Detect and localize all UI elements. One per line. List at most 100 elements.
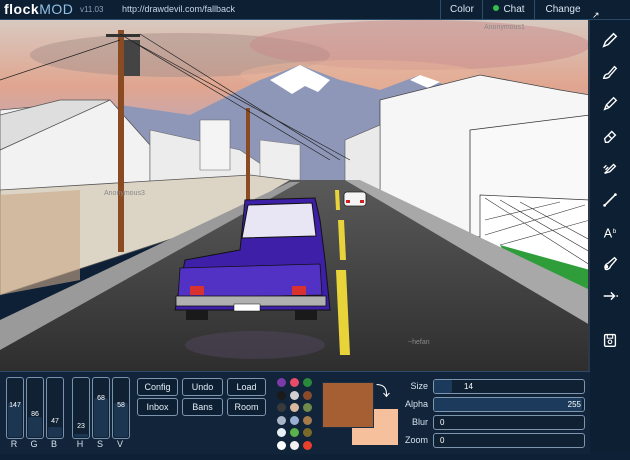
canvas-artwork (0, 20, 590, 371)
palette-swatch[interactable] (303, 378, 312, 387)
online-status-icon (493, 5, 500, 12)
palette-swatch[interactable] (290, 403, 299, 412)
palette-swatch[interactable] (290, 428, 299, 437)
brush-tool[interactable] (595, 58, 625, 86)
color-button-label: Color (450, 4, 474, 15)
size-slider[interactable]: 14 (433, 379, 585, 394)
primary-color[interactable] (322, 382, 374, 428)
undo-button[interactable]: Undo (182, 378, 223, 396)
left-tower (199, 119, 231, 171)
svg-text:b: b (613, 228, 617, 235)
line-tool[interactable] (595, 186, 625, 214)
save-icon (603, 333, 617, 347)
change-button[interactable]: Change (534, 0, 591, 19)
text-tool[interactable]: Ab (595, 218, 625, 246)
tail-light (190, 286, 204, 295)
palette-swatch[interactable] (290, 440, 299, 450)
palette-swatch[interactable] (290, 415, 299, 425)
palette-swatch[interactable] (303, 390, 312, 400)
size-value: 14 (464, 382, 473, 391)
palette-swatch[interactable] (277, 440, 286, 450)
truck-wheel (295, 310, 317, 320)
palette-swatch[interactable] (303, 440, 312, 450)
palette-swatch[interactable] (277, 428, 286, 437)
transformer (124, 40, 140, 76)
config-button[interactable]: Config (137, 378, 178, 396)
palette-swatch[interactable] (277, 415, 286, 425)
palette-swatch[interactable] (303, 428, 312, 437)
slider-fill (94, 398, 108, 437)
car-light (346, 200, 350, 203)
flockmod-app: flockMOD v11.03 http://drawdevil.com/fal… (0, 0, 630, 460)
blur-slider[interactable]: 0 (433, 415, 585, 430)
eraser-icon (603, 130, 617, 143)
hue-label: H (76, 439, 84, 449)
hue-value: 23 (77, 423, 85, 430)
load-button[interactable]: Load (227, 378, 266, 396)
chat-button[interactable]: Chat (482, 0, 535, 19)
drawing-canvas[interactable]: Anonymous1 Anonymous3 ~hefan (0, 20, 590, 371)
pencil-tool[interactable] (595, 90, 625, 118)
blur-value: 0 (440, 418, 445, 427)
bans-button[interactable]: Bans (182, 398, 223, 416)
user-cursor-label: Anonymous3 (104, 190, 145, 197)
svg-text:A: A (604, 226, 613, 240)
size-label: Size (410, 381, 428, 391)
palette-swatch[interactable] (277, 378, 286, 387)
user-cursor-label: Anonymous1 (484, 24, 525, 31)
alpha-fill (434, 398, 582, 411)
pen-icon (602, 32, 618, 48)
blur-label: Blur (411, 417, 428, 427)
fence-shade (0, 190, 80, 295)
truck-reflection (185, 331, 325, 359)
blue-label: B (50, 439, 57, 449)
swap-colors-icon[interactable]: ⤵ (376, 381, 390, 401)
smudge-icon (603, 163, 617, 175)
truck-window (241, 202, 317, 239)
saturation-value: 68 (97, 395, 105, 402)
size-fill (434, 380, 452, 393)
smudge-tool[interactable] (595, 154, 625, 182)
room-url[interactable]: http://drawdevil.com/fallback (122, 4, 235, 14)
pencil-icon (603, 96, 618, 111)
palette-swatch[interactable] (303, 403, 312, 412)
zoom-slider[interactable]: 0 (433, 433, 585, 448)
palette-swatch[interactable] (290, 390, 299, 400)
blue-slider[interactable]: 47 (46, 377, 64, 439)
inbox-button[interactable]: Inbox (137, 398, 178, 416)
green-value: 86 (31, 411, 39, 418)
power-pole (118, 30, 124, 252)
pen-tool[interactable] (595, 26, 625, 54)
brush-icon (602, 65, 618, 79)
saturation-label: S (96, 439, 103, 449)
palette-swatch[interactable] (277, 403, 286, 412)
green-slider[interactable]: 86 (26, 377, 44, 439)
red-slider[interactable]: 147 (6, 377, 24, 439)
color-button[interactable]: Color (440, 0, 483, 19)
palette-swatch[interactable] (290, 378, 299, 387)
distant-building (259, 139, 301, 181)
zoom-label: Zoom (404, 435, 428, 445)
value-slider[interactable]: 58 (112, 377, 130, 439)
user-cursor-label: ~hefan (408, 339, 430, 346)
save-tool[interactable] (595, 326, 625, 354)
value-value: 58 (117, 402, 125, 409)
palette-swatch[interactable] (277, 390, 286, 400)
fill-tool[interactable] (595, 250, 625, 278)
slider-fill (74, 434, 88, 437)
alpha-slider[interactable]: 255 (433, 397, 585, 412)
slider-fill (28, 417, 42, 437)
value-label: V (116, 439, 123, 449)
panel-corner (590, 371, 630, 453)
move-tool[interactable] (595, 282, 625, 310)
saturation-slider[interactable]: 68 (92, 377, 110, 439)
palette-swatch[interactable] (303, 415, 312, 425)
hue-slider[interactable]: 23 (72, 377, 90, 439)
blue-value: 47 (51, 418, 59, 425)
eraser-tool[interactable] (595, 122, 625, 150)
green-label: G (30, 439, 38, 449)
version-label: v11.03 (80, 5, 104, 14)
fill-icon (604, 256, 618, 271)
top-bar: flockMOD v11.03 http://drawdevil.com/fal… (0, 0, 630, 20)
room-button[interactable]: Room (227, 398, 266, 416)
